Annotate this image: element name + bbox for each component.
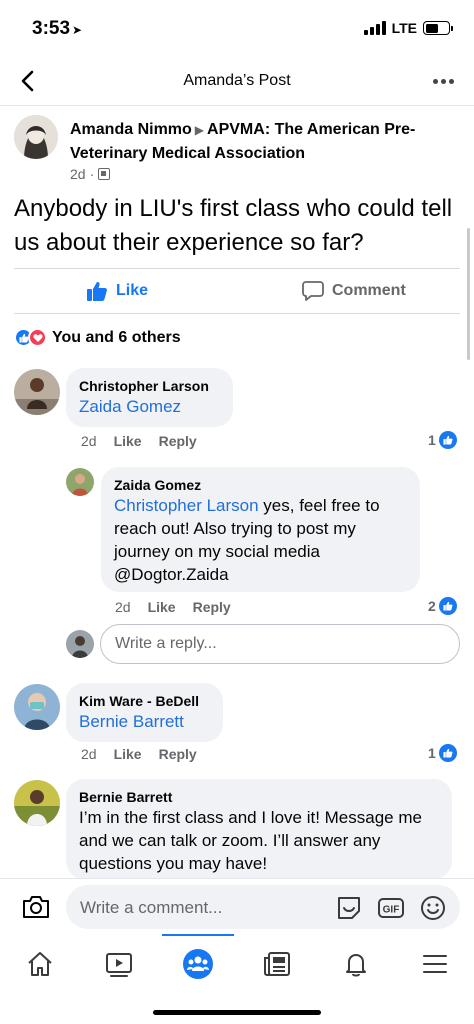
- group-audience-icon: [98, 168, 111, 180]
- network-type: LTE: [391, 20, 417, 36]
- tab-menu[interactable]: [415, 944, 455, 984]
- reply-reply-button[interactable]: Reply: [193, 599, 231, 615]
- comment-reply-button[interactable]: Reply: [159, 746, 197, 762]
- comment-age: 2d: [81, 746, 97, 762]
- active-tab-indicator: [162, 934, 234, 936]
- status-time: 3:53 ➤: [32, 18, 83, 39]
- location-arrow-icon: ➤: [72, 23, 83, 37]
- tab-news[interactable]: [257, 944, 297, 984]
- reactions-summary[interactable]: You and 6 others: [14, 328, 181, 347]
- post-text: Anybody in LIU's first class who could t…: [14, 195, 453, 256]
- comment-body: I’m in the first class and I love it! Me…: [79, 808, 422, 873]
- divider: [14, 313, 460, 314]
- signal-icon: [363, 21, 386, 35]
- thumbs-up-icon: [87, 282, 107, 301]
- tab-notifications[interactable]: [336, 944, 376, 984]
- comment-age: 2d: [81, 433, 97, 449]
- comment-author[interactable]: Kim Ware - BeDell: [79, 692, 210, 710]
- comment-author[interactable]: Bernie Barrett: [79, 788, 439, 806]
- battery-icon: [423, 21, 453, 35]
- svg-text:GIF: GIF: [383, 905, 400, 916]
- bell-icon: [346, 954, 366, 977]
- like-reaction-icon: [438, 431, 457, 449]
- status-indicators: LTE: [363, 20, 453, 36]
- comment-like-button[interactable]: Like: [114, 746, 142, 762]
- comment-actions: 2d Like Reply: [81, 746, 214, 762]
- comment-bubble: Christopher Larson Zaida Gomez: [66, 368, 233, 427]
- comment-button[interactable]: Comment: [302, 280, 406, 302]
- author-avatar[interactable]: [14, 115, 58, 159]
- post-meta: 2d ·: [70, 166, 111, 182]
- tab-groups[interactable]: [178, 944, 218, 984]
- camera-icon: [23, 896, 49, 918]
- emoji-button[interactable]: [418, 893, 448, 923]
- love-reaction-icon: [28, 328, 47, 347]
- comment-like-count[interactable]: 1: [428, 431, 457, 449]
- divider: [14, 268, 460, 269]
- more-options-button[interactable]: [428, 68, 458, 94]
- comment-composer: Write a comment... GIF: [0, 878, 474, 934]
- comment-like-button[interactable]: Like: [114, 433, 142, 449]
- reply-like-count[interactable]: 2: [428, 597, 457, 615]
- reply-actions: 2d Like Reply: [115, 599, 248, 615]
- reply-age: 2d: [115, 599, 131, 615]
- comment-bubble-icon: [302, 281, 324, 301]
- reply-mention[interactable]: Christopher Larson: [114, 496, 259, 515]
- comment-reply-button[interactable]: Reply: [159, 433, 197, 449]
- post-age: 2d: [70, 166, 86, 182]
- header-title: Amanda’s Post: [183, 72, 291, 89]
- comment-bubble: Bernie Barrett I’m in the first class an…: [66, 779, 452, 879]
- like-reaction-icon: [438, 744, 457, 762]
- like-button[interactable]: Like: [86, 280, 148, 302]
- groups-icon: [183, 949, 213, 979]
- author-name[interactable]: Amanda Nimmo: [70, 121, 192, 138]
- reply-body: Christopher Larson yes, feel free to rea…: [114, 496, 380, 584]
- sticker-icon: [338, 897, 360, 919]
- comment-mention[interactable]: Bernie Barrett: [79, 710, 210, 733]
- commenter-avatar[interactable]: [14, 684, 60, 730]
- tab-watch[interactable]: [99, 944, 139, 984]
- comment-bubble: Kim Ware - BeDell Bernie Barrett: [66, 683, 223, 742]
- sticker-button[interactable]: [334, 893, 364, 923]
- emoji-icon: [421, 896, 445, 920]
- camera-button[interactable]: [20, 891, 52, 923]
- news-icon: [264, 952, 290, 976]
- reply-like-button[interactable]: Like: [148, 599, 176, 615]
- post-author-line: Amanda Nimmo ▶ APVMA: The American Pre-Vet…: [70, 118, 460, 165]
- comment-like-count[interactable]: 1: [428, 744, 457, 762]
- commenter-avatar[interactable]: [14, 780, 60, 826]
- tab-home[interactable]: [20, 944, 60, 984]
- like-label: Like: [116, 282, 149, 299]
- comment-actions: 2d Like Reply: [81, 433, 214, 449]
- gif-icon: GIF: [378, 898, 404, 918]
- my-avatar: [66, 630, 94, 658]
- comment-mention[interactable]: Zaida Gomez: [79, 395, 220, 418]
- reactions-text: You and 6 others: [52, 328, 181, 346]
- avatar-image: [14, 115, 58, 159]
- post-header: Amanda’s Post: [0, 56, 474, 106]
- arrow-right-icon: ▶: [194, 123, 205, 137]
- status-bar: 3:53 ➤ LTE: [0, 0, 474, 56]
- commenter-avatar[interactable]: [14, 369, 60, 415]
- like-reaction-icon: [438, 597, 457, 615]
- home-icon: [28, 952, 52, 976]
- menu-icon: [423, 955, 447, 973]
- gif-button[interactable]: GIF: [376, 893, 406, 923]
- replier-avatar[interactable]: [66, 468, 94, 496]
- reply-bubble: Zaida Gomez Christopher Larson yes, feel…: [101, 467, 420, 592]
- home-indicator[interactable]: [153, 1010, 321, 1015]
- video-icon: [106, 953, 132, 977]
- comment-label: Comment: [332, 282, 406, 299]
- scrollbar[interactable]: [467, 228, 470, 360]
- reply-input[interactable]: Write a reply...: [100, 624, 460, 664]
- comment-author[interactable]: Christopher Larson: [79, 377, 220, 395]
- reply-author[interactable]: Zaida Gomez: [114, 476, 407, 494]
